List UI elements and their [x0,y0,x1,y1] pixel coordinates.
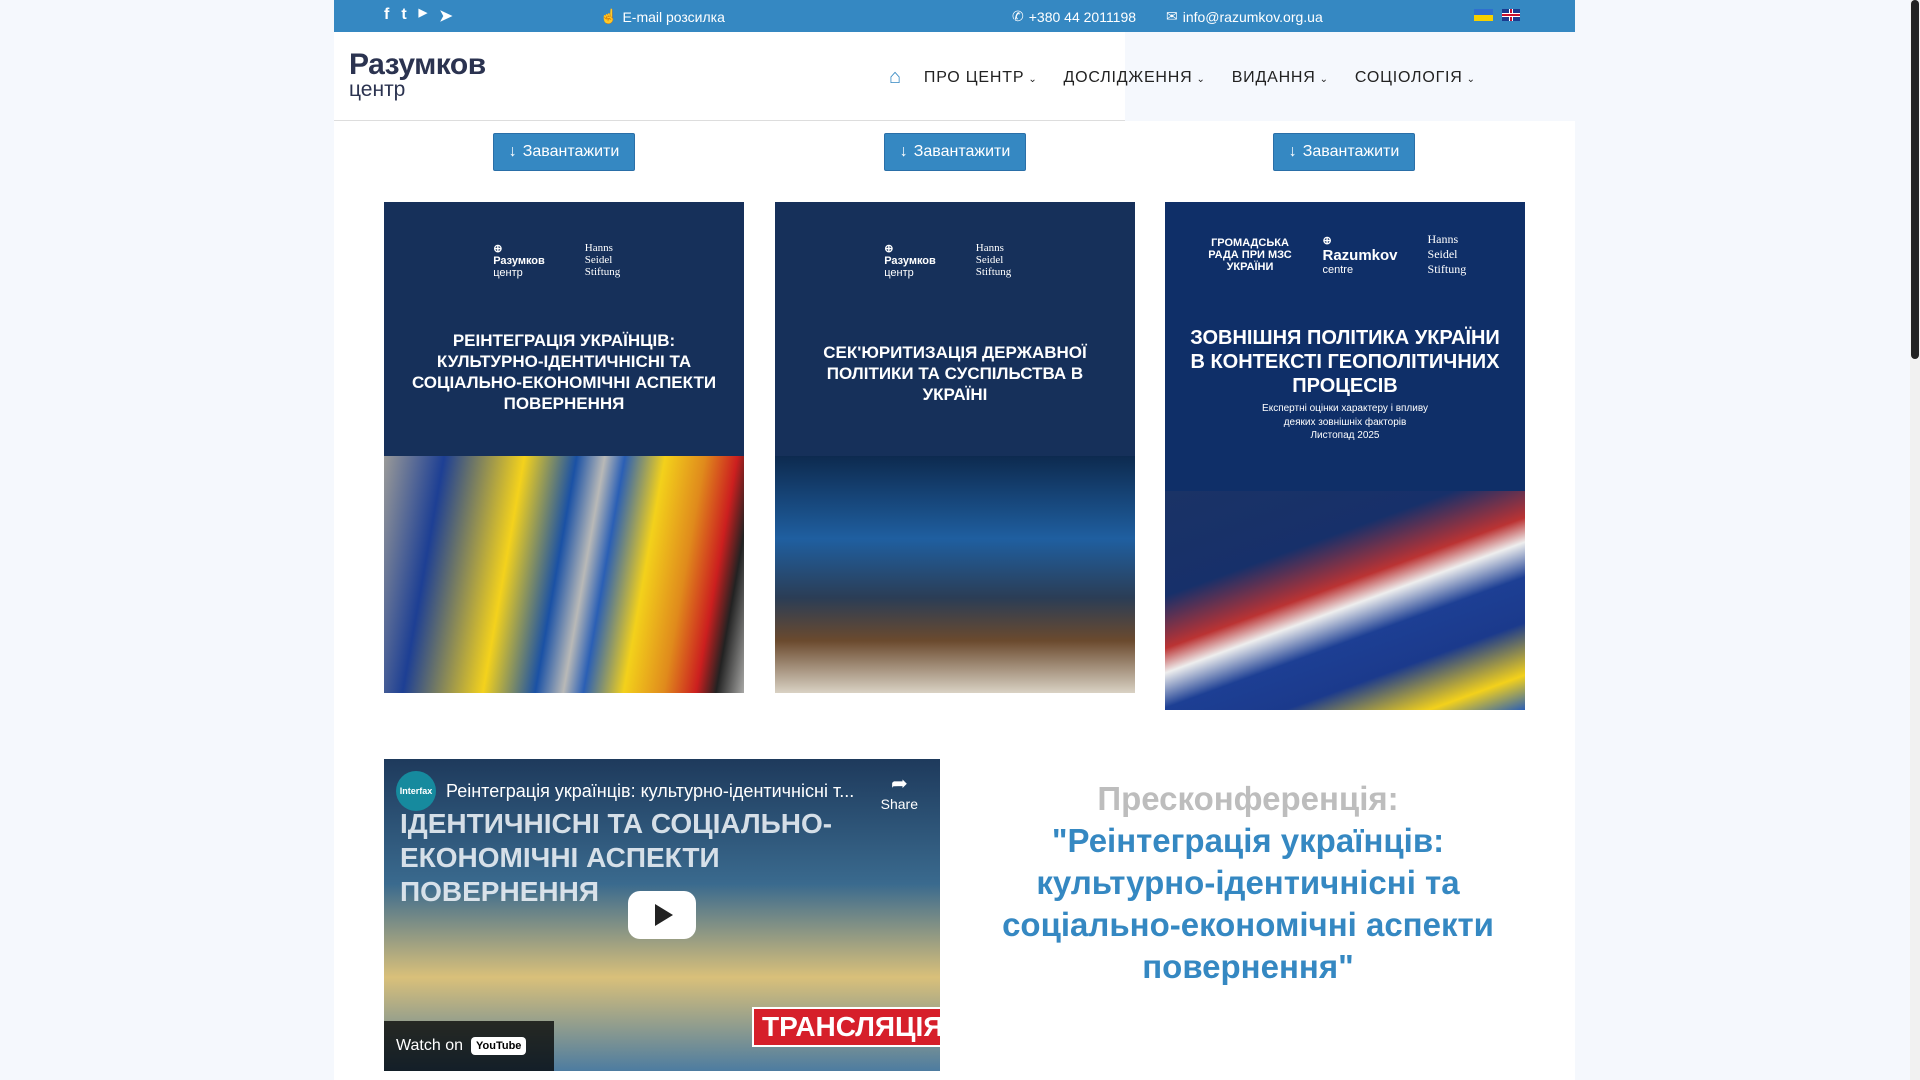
lang-ua-flag[interactable] [1474,9,1493,21]
download-label: Завантажити [913,143,1011,160]
site-header: Разумков центр ⌂ ПРО ЦЕНТР ⌄ ДОСЛІДЖЕННЯ ⌄… [334,32,1575,121]
envelope-icon: ✉ [1166,8,1178,24]
scrollbar[interactable] [1910,0,1920,1080]
play-button[interactable] [628,891,696,939]
cover-org: Разумков [493,255,545,267]
nav-label: ДОСЛІДЖЕННЯ [1063,68,1193,86]
logo-line2: центр [349,78,406,101]
globe-icon: ⊕ [493,243,503,255]
email-address: info@razumkov.org.ua [1182,8,1323,25]
publication-cover-3[interactable]: ГРОМАДСЬКА РАДА ПРИ МЗС УКРАЇНИ ⊕ Razumkov… [1165,202,1525,710]
cover-partner: Hanns Seidel Stiftung [975,242,1012,278]
social-links: f t ▶ ➤ [384,6,453,26]
nav-label: ВИДАННЯ [1231,68,1316,86]
nato-flags-photo [1165,491,1525,710]
download-button-2[interactable]: ↓ Завантажити [884,133,1026,171]
globe-icon: ⊕ [1322,234,1332,247]
publication-cover-2[interactable]: ⊕ Разумков центр Hanns Seidel Stiftung СЕК'… [775,202,1135,693]
watch-on-youtube-button[interactable]: Watch on YouTube [384,1021,554,1071]
chevron-down-icon: ⌄ [1028,73,1038,85]
cover-title: РЕІНТЕГРАЦІЯ УКРАЇНЦІВ: КУЛЬТУРНО-ІДЕНТИ… [411,331,717,413]
cover-partner: Hanns Seidel Stiftung [1427,232,1467,276]
download-label: Завантажити [1302,143,1400,160]
chevron-down-icon: ⌄ [1319,73,1329,85]
youtube-video-embed[interactable]: ІДЕНТИЧНІСНІ ТА СОЦІАЛЬНО-ЕКОНОМІЧНІ АСП… [384,759,940,1071]
watch-on-label: Watch on [396,1037,463,1054]
nav-item-sociology[interactable]: СОЦІОЛОГІЯ ⌄ [1355,69,1476,87]
download-button-3[interactable]: ↓ Завантажити [1273,133,1415,171]
telegram-icon[interactable]: ➤ [439,6,452,26]
chevron-down-icon: ⌄ [1466,73,1476,85]
email-subscribe-label: E-mail розсилка [622,8,725,25]
cover-org-sub: центр [884,267,914,279]
cover-org-sub: centre [1322,263,1354,276]
nav-label: ПРО ЦЕНТР [923,68,1025,86]
arrow-down-icon: ↓ [899,143,908,160]
nav-label: СОЦІОЛОГІЯ [1354,68,1463,86]
scrollbar-thumb[interactable] [1911,0,1919,359]
arrow-down-icon: ↓ [508,143,517,160]
nav-item-publications[interactable]: ВИДАННЯ ⌄ [1232,69,1329,87]
phone-number: +380 44 2011198 [1028,8,1137,25]
logo-line1: Разумков [349,48,486,81]
arrow-down-icon: ↓ [1288,143,1297,160]
nav-item-about[interactable]: ПРО ЦЕНТР ⌄ [924,69,1038,87]
email-subscribe-link[interactable]: ☝ E-mail розсилка [600,8,725,25]
download-label: Завантажити [522,143,620,160]
press-title[interactable]: "Реінтеграція українців: культурно-ідент… [990,820,1506,988]
lang-en-flag[interactable] [1502,9,1520,21]
phone: ✆ +380 44 2011198 [1012,8,1136,25]
cover-title: ЗОВНІШНЯ ПОЛІТИКА УКРАЇНИ В КОНТЕКСТІ ГЕ… [1190,327,1500,397]
press-label: Пресконференція: [1097,780,1399,817]
cover-partner: Hanns Seidel Stiftung [584,242,621,278]
press-conference-heading: Пресконференція: "Реінтеграція українців… [990,778,1506,988]
cover-title: СЕК'ЮРИТИЗАЦІЯ ДЕРЖАВНОЇ ПОЛІТИКИ ТА СУС… [823,343,1087,404]
share-icon: ➦ [890,773,908,795]
cyber-room-photo [775,456,1135,693]
cover-org-sub: центр [493,267,523,279]
channel-avatar[interactable]: Interfax [396,771,436,811]
youtube-icon[interactable]: ▶ [419,6,427,26]
cover-council: ГРОМАДСЬКА РАДА ПРИ МЗС УКРАЇНИ [1208,236,1292,273]
top-bar: f t ▶ ➤ ☝ E-mail розсилка ✆ +380 44 201119… [334,0,1575,32]
email-link[interactable]: ✉ info@razumkov.org.ua [1166,8,1323,25]
cover-subtitle: Експертні оцінки характеру і впливу деяк… [1262,403,1428,428]
cover-org: Razumkov [1322,246,1398,264]
phone-icon: ✆ [1012,8,1024,24]
cover-date: Листопад 2025 [1310,430,1380,441]
hand-pointer-icon: ☝ [600,8,618,24]
home-icon[interactable]: ⌂ [889,66,902,89]
main-nav: ⌂ ПРО ЦЕНТР ⌄ ДОСЛІДЖЕННЯ ⌄ ВИДАННЯ ⌄ СОЦІО… [889,66,1476,89]
cover-org: Разумков [884,255,936,267]
twitter-icon[interactable]: t [401,6,406,26]
share-button[interactable]: ➦ Share [881,771,918,812]
globe-icon: ⊕ [884,243,894,255]
logo[interactable]: Разумков центр [349,48,486,101]
youtube-logo: YouTube [471,1037,527,1055]
download-button-1[interactable]: ↓ Завантажити [493,133,635,171]
share-label: Share [880,796,918,812]
flags-photo [384,456,744,693]
broadcast-badge: ТРАНСЛЯЦІЯ [752,1007,940,1047]
video-title[interactable]: Реінтеграція українців: культурно-іденти… [446,781,866,802]
nav-item-research[interactable]: ДОСЛІДЖЕННЯ ⌄ [1064,69,1206,87]
facebook-icon[interactable]: f [384,6,389,26]
publication-cover-1[interactable]: ⊕ Разумков центр Hanns Seidel Stiftung РЕІН… [384,202,744,693]
chevron-down-icon: ⌄ [1196,73,1206,85]
